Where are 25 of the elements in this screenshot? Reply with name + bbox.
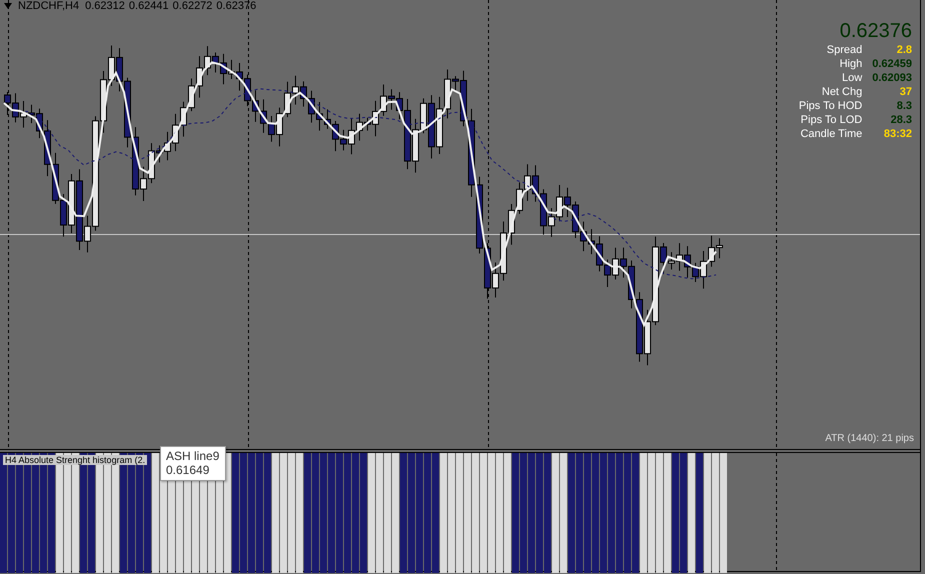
stat-label: Net Chg	[820, 86, 862, 98]
stat-label: Spread	[826, 44, 862, 56]
stat-value: 0.62459	[872, 58, 912, 70]
stat-value: 37	[898, 86, 912, 98]
atr-label: ATR (1440): 21 pips	[825, 433, 914, 444]
stat-label: High	[838, 58, 862, 70]
current-price: 0.62376	[840, 20, 912, 42]
stat-label: Low	[841, 72, 862, 84]
indicator-label: H4 Absolute Strenght histogram (2.	[3, 455, 148, 465]
stat-value: 2.8	[896, 44, 912, 56]
stat-value: 0.62093	[872, 72, 912, 84]
dropdown-triangle-icon[interactable]	[4, 3, 12, 9]
tooltip-value: 0.61649	[166, 463, 210, 477]
ohlc-value: 0.62376	[216, 0, 256, 12]
stat-label: Pips To HOD	[798, 100, 862, 112]
ohlc-value: 0.62272	[172, 0, 212, 12]
stat-value: 83:32	[882, 128, 912, 140]
stat-label: Pips To LOD	[800, 114, 862, 126]
stat-value: 8.3	[896, 100, 912, 112]
stat-label: Candle Time	[799, 128, 862, 140]
stat-value: 28.3	[890, 114, 912, 126]
tooltip-title: ASH line9	[166, 449, 220, 463]
ohlc-value: 0.62312	[85, 0, 125, 12]
symbol-label: NZDCHF,H4	[18, 0, 80, 12]
ohlc-value: 0.62441	[128, 0, 169, 12]
